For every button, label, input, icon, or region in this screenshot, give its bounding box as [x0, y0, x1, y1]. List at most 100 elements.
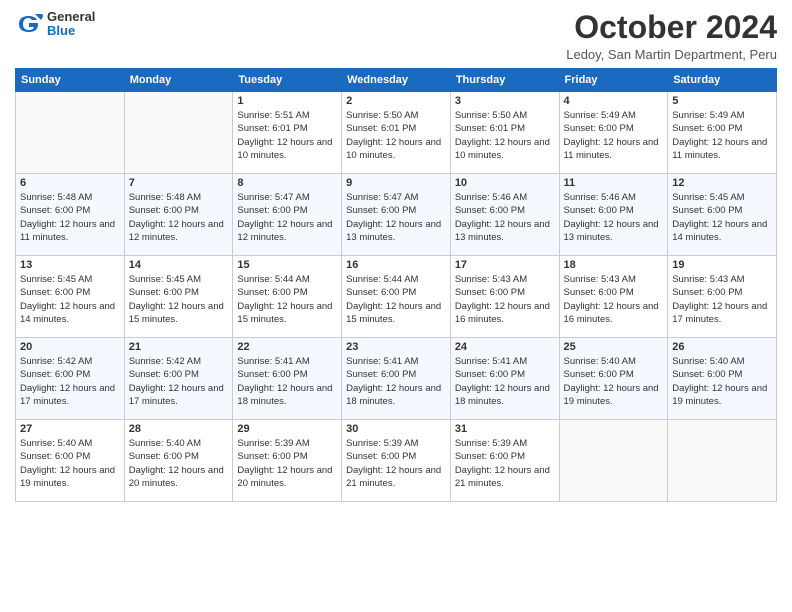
- calendar-week-4: 20Sunrise: 5:42 AMSunset: 6:00 PMDayligh…: [16, 338, 777, 420]
- day-info: Sunrise: 5:50 AMSunset: 6:01 PMDaylight:…: [455, 109, 555, 162]
- day-info: Sunrise: 5:45 AMSunset: 6:00 PMDaylight:…: [20, 273, 120, 326]
- calendar-cell: 22 Sunrise: 5:41 AMSunset: 6:00 PMDayligh…: [233, 338, 342, 420]
- calendar-cell: 19 Sunrise: 5:43 AMSunset: 6:00 PMDayligh…: [668, 256, 777, 338]
- day-info: Sunrise: 5:48 AMSunset: 6:00 PMDaylight:…: [129, 191, 229, 244]
- day-info: Sunrise: 5:42 AMSunset: 6:00 PMDaylight:…: [129, 355, 229, 408]
- col-friday: Friday: [559, 69, 668, 92]
- day-number: 6: [20, 177, 120, 189]
- calendar-cell: 1 Sunrise: 5:51 AMSunset: 6:01 PMDaylight…: [233, 92, 342, 174]
- page: General Blue October 2024 Ledoy, San Mar…: [0, 0, 792, 612]
- calendar-table: Sunday Monday Tuesday Wednesday Thursday…: [15, 68, 777, 502]
- day-number: 11: [564, 177, 664, 189]
- day-info: Sunrise: 5:41 AMSunset: 6:00 PMDaylight:…: [455, 355, 555, 408]
- calendar-header-row: Sunday Monday Tuesday Wednesday Thursday…: [16, 69, 777, 92]
- day-info: Sunrise: 5:41 AMSunset: 6:00 PMDaylight:…: [237, 355, 337, 408]
- calendar-week-3: 13Sunrise: 5:45 AMSunset: 6:00 PMDayligh…: [16, 256, 777, 338]
- calendar-cell: 25 Sunrise: 5:40 AMSunset: 6:00 PMDayligh…: [559, 338, 668, 420]
- day-number: 23: [346, 341, 446, 353]
- calendar-cell: 9Sunrise: 5:47 AMSunset: 6:00 PMDaylight…: [342, 174, 451, 256]
- day-number: 4: [564, 95, 664, 107]
- calendar-cell: [124, 92, 233, 174]
- day-number: 1: [237, 95, 337, 107]
- day-number: 16: [346, 259, 446, 271]
- calendar-cell: 12 Sunrise: 5:45 AMSunset: 6:00 PMDayligh…: [668, 174, 777, 256]
- day-info: Sunrise: 5:43 AMSunset: 6:00 PMDaylight:…: [455, 273, 555, 326]
- logo-text: General Blue: [47, 10, 95, 39]
- day-info: Sunrise: 5:40 AMSunset: 6:00 PMDaylight:…: [564, 355, 664, 408]
- calendar-cell: 13Sunrise: 5:45 AMSunset: 6:00 PMDayligh…: [16, 256, 125, 338]
- day-info: Sunrise: 5:47 AMSunset: 6:00 PMDaylight:…: [237, 191, 337, 244]
- day-number: 27: [20, 423, 120, 435]
- day-number: 24: [455, 341, 555, 353]
- day-number: 25: [564, 341, 664, 353]
- logo-general: General: [47, 10, 95, 24]
- calendar-cell: [668, 420, 777, 502]
- calendar-cell: 24 Sunrise: 5:41 AMSunset: 6:00 PMDayligh…: [450, 338, 559, 420]
- day-number: 12: [672, 177, 772, 189]
- calendar-cell: 8 Sunrise: 5:47 AMSunset: 6:00 PMDaylight…: [233, 174, 342, 256]
- day-number: 29: [237, 423, 337, 435]
- day-number: 10: [455, 177, 555, 189]
- day-info: Sunrise: 5:49 AMSunset: 6:00 PMDaylight:…: [672, 109, 772, 162]
- day-info: Sunrise: 5:44 AMSunset: 6:00 PMDaylight:…: [346, 273, 446, 326]
- day-number: 21: [129, 341, 229, 353]
- day-number: 14: [129, 259, 229, 271]
- calendar-cell: 31 Sunrise: 5:39 AMSunset: 6:00 PMDayligh…: [450, 420, 559, 502]
- day-info: Sunrise: 5:41 AMSunset: 6:00 PMDaylight:…: [346, 355, 446, 408]
- calendar-cell: 28Sunrise: 5:40 AMSunset: 6:00 PMDayligh…: [124, 420, 233, 502]
- calendar-cell: 6 Sunrise: 5:48 AMSunset: 6:00 PMDaylight…: [16, 174, 125, 256]
- day-info: Sunrise: 5:45 AMSunset: 6:00 PMDaylight:…: [672, 191, 772, 244]
- day-info: Sunrise: 5:40 AMSunset: 6:00 PMDaylight:…: [20, 437, 120, 490]
- day-number: 8: [237, 177, 337, 189]
- day-info: Sunrise: 5:49 AMSunset: 6:00 PMDaylight:…: [564, 109, 664, 162]
- day-number: 2: [346, 95, 446, 107]
- col-tuesday: Tuesday: [233, 69, 342, 92]
- calendar-cell: 7 Sunrise: 5:48 AMSunset: 6:00 PMDaylight…: [124, 174, 233, 256]
- logo-icon: [15, 10, 43, 38]
- day-number: 5: [672, 95, 772, 107]
- calendar-cell: 4 Sunrise: 5:49 AMSunset: 6:00 PMDaylight…: [559, 92, 668, 174]
- col-sunday: Sunday: [16, 69, 125, 92]
- calendar-cell: 20Sunrise: 5:42 AMSunset: 6:00 PMDayligh…: [16, 338, 125, 420]
- day-info: Sunrise: 5:46 AMSunset: 6:00 PMDaylight:…: [455, 191, 555, 244]
- header: General Blue October 2024 Ledoy, San Mar…: [15, 10, 777, 62]
- day-number: 31: [455, 423, 555, 435]
- day-number: 3: [455, 95, 555, 107]
- calendar-week-2: 6 Sunrise: 5:48 AMSunset: 6:00 PMDaylight…: [16, 174, 777, 256]
- day-info: Sunrise: 5:40 AMSunset: 6:00 PMDaylight:…: [672, 355, 772, 408]
- day-info: Sunrise: 5:42 AMSunset: 6:00 PMDaylight:…: [20, 355, 120, 408]
- day-number: 30: [346, 423, 446, 435]
- day-number: 7: [129, 177, 229, 189]
- calendar-cell: 11 Sunrise: 5:46 AMSunset: 6:00 PMDayligh…: [559, 174, 668, 256]
- day-info: Sunrise: 5:46 AMSunset: 6:00 PMDaylight:…: [564, 191, 664, 244]
- calendar-cell: 14Sunrise: 5:45 AMSunset: 6:00 PMDayligh…: [124, 256, 233, 338]
- col-saturday: Saturday: [668, 69, 777, 92]
- calendar-cell: 26 Sunrise: 5:40 AMSunset: 6:00 PMDayligh…: [668, 338, 777, 420]
- calendar-cell: 2 Sunrise: 5:50 AMSunset: 6:01 PMDaylight…: [342, 92, 451, 174]
- day-number: 22: [237, 341, 337, 353]
- calendar-cell: 18Sunrise: 5:43 AMSunset: 6:00 PMDayligh…: [559, 256, 668, 338]
- day-number: 26: [672, 341, 772, 353]
- day-info: Sunrise: 5:40 AMSunset: 6:00 PMDaylight:…: [129, 437, 229, 490]
- day-info: Sunrise: 5:43 AMSunset: 6:00 PMDaylight:…: [672, 273, 772, 326]
- day-info: Sunrise: 5:39 AMSunset: 6:00 PMDaylight:…: [455, 437, 555, 490]
- logo: General Blue: [15, 10, 95, 39]
- day-number: 19: [672, 259, 772, 271]
- calendar-cell: 27 Sunrise: 5:40 AMSunset: 6:00 PMDayligh…: [16, 420, 125, 502]
- day-info: Sunrise: 5:43 AMSunset: 6:00 PMDaylight:…: [564, 273, 664, 326]
- day-info: Sunrise: 5:50 AMSunset: 6:01 PMDaylight:…: [346, 109, 446, 162]
- day-info: Sunrise: 5:48 AMSunset: 6:00 PMDaylight:…: [20, 191, 120, 244]
- calendar-cell: 29 Sunrise: 5:39 AMSunset: 6:00 PMDayligh…: [233, 420, 342, 502]
- calendar-week-5: 27 Sunrise: 5:40 AMSunset: 6:00 PMDayligh…: [16, 420, 777, 502]
- day-info: Sunrise: 5:39 AMSunset: 6:00 PMDaylight:…: [346, 437, 446, 490]
- calendar-cell: 17Sunrise: 5:43 AMSunset: 6:00 PMDayligh…: [450, 256, 559, 338]
- col-monday: Monday: [124, 69, 233, 92]
- calendar-cell: 10 Sunrise: 5:46 AMSunset: 6:00 PMDayligh…: [450, 174, 559, 256]
- day-info: Sunrise: 5:39 AMSunset: 6:00 PMDaylight:…: [237, 437, 337, 490]
- day-number: 15: [237, 259, 337, 271]
- logo-blue: Blue: [47, 24, 95, 38]
- calendar-cell: 21 Sunrise: 5:42 AMSunset: 6:00 PMDayligh…: [124, 338, 233, 420]
- month-title: October 2024: [566, 10, 777, 45]
- col-wednesday: Wednesday: [342, 69, 451, 92]
- day-info: Sunrise: 5:51 AMSunset: 6:01 PMDaylight:…: [237, 109, 337, 162]
